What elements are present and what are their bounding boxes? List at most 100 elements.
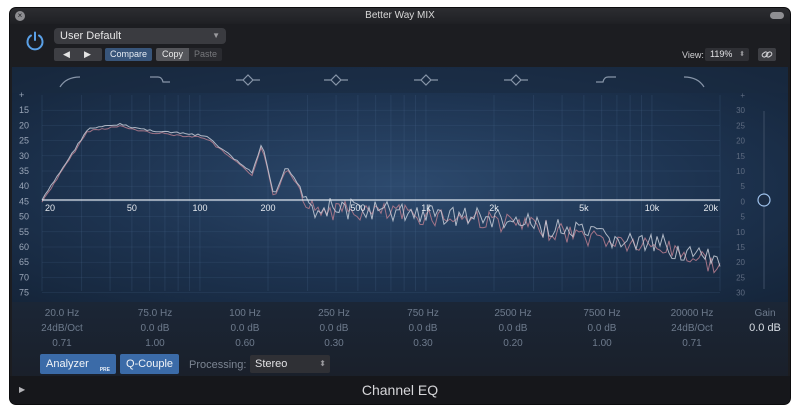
band-8-q[interactable]: 0.71	[657, 336, 727, 351]
view-zoom-select[interactable]: 119% ⬍	[705, 48, 749, 61]
db-scale-left-label: 70	[19, 272, 29, 282]
db-scale-left-label: 45	[19, 196, 29, 206]
band-5-gain[interactable]: 0.0 dB	[388, 321, 458, 336]
view-label: View:	[682, 50, 704, 60]
q-couple-button[interactable]: Q-Couple	[120, 354, 179, 374]
band-3-gain[interactable]: 0.0 dB	[210, 321, 280, 336]
db-scale-left-label: +	[19, 90, 24, 100]
db-scale-right-label: 0	[741, 197, 746, 206]
band-2-params: 75.0 Hz 0.0 dB 1.00	[120, 306, 190, 351]
preset-menu[interactable]: User Default ▼	[54, 28, 226, 44]
db-scale-left-label: 15	[19, 105, 29, 115]
band-4-params: 250 Hz 0.0 dB 0.30	[299, 306, 369, 351]
frequency-label: 20	[45, 203, 55, 213]
db-scale-left-label: 60	[19, 242, 29, 252]
band-4-gain[interactable]: 0.0 dB	[299, 321, 369, 336]
copy-button[interactable]: Copy	[156, 48, 189, 61]
db-scale-right-label: 15	[736, 152, 745, 161]
analyzer-trace-right	[41, 125, 721, 274]
view-zoom-value: 119%	[710, 49, 733, 59]
db-scale-right-label: 5	[741, 213, 746, 222]
eq-graph[interactable]: +15202530354045505560657075-+30252015105…	[12, 67, 788, 302]
frequency-label: 50	[127, 203, 137, 213]
band-shape-strip	[12, 67, 788, 93]
frequency-label: 20k	[703, 203, 718, 213]
band-8-freq[interactable]: 20000 Hz	[657, 306, 727, 321]
db-scale-right-label: 10	[736, 228, 745, 237]
band-3-freq[interactable]: 100 Hz	[210, 306, 280, 321]
band-5-params: 750 Hz 0.0 dB 0.30	[388, 306, 458, 351]
band-5-q[interactable]: 0.30	[388, 336, 458, 351]
title-bar: × Better Way MIX	[10, 8, 790, 24]
db-scale-right-label: 20	[736, 137, 745, 146]
band-7-freq[interactable]: 7500 Hz	[567, 306, 637, 321]
band-7-params: 7500 Hz 0.0 dB 1.00	[567, 306, 637, 351]
band-1-gain[interactable]: 24dB/Oct	[27, 321, 97, 336]
eq-display[interactable]: +15202530354045505560657075-+30252015105…	[12, 67, 788, 302]
db-scale-right-label: 30	[736, 106, 745, 115]
link-icon[interactable]	[758, 48, 776, 61]
band-1-freq[interactable]: 20.0 Hz	[27, 306, 97, 321]
previous-preset-icon[interactable]: ◀	[63, 49, 70, 60]
frequency-label: 100	[192, 203, 207, 213]
frequency-label: 10k	[645, 203, 660, 213]
paste-button[interactable]: Paste	[189, 48, 222, 61]
db-scale-right-label: 10	[736, 167, 745, 176]
db-scale-left-label: 75	[19, 288, 29, 298]
frequency-label: 2k	[489, 203, 499, 213]
compare-button[interactable]: Compare	[105, 48, 153, 61]
band-7-gain[interactable]: 0.0 dB	[567, 321, 637, 336]
band-6-params: 2500 Hz 0.0 dB 0.20	[478, 306, 548, 351]
band-4-freq[interactable]: 250 Hz	[299, 306, 369, 321]
band-4-q[interactable]: 0.30	[299, 336, 369, 351]
gain-value[interactable]: 0.0 dB	[743, 321, 787, 336]
frequency-label: 200	[260, 203, 275, 213]
gain-slider-handle[interactable]	[757, 193, 771, 207]
toolbar-toggle-button[interactable]	[770, 12, 784, 19]
band-2-freq[interactable]: 75.0 Hz	[120, 306, 190, 321]
db-scale-right-label: 20	[736, 258, 745, 267]
band-6-q[interactable]: 0.20	[478, 336, 548, 351]
plugin-name: Channel EQ	[361, 382, 439, 398]
band-5-freq[interactable]: 750 Hz	[388, 306, 458, 321]
db-scale-left-label: 40	[19, 181, 29, 191]
band-3-q[interactable]: 0.60	[210, 336, 280, 351]
band-6-freq[interactable]: 2500 Hz	[478, 306, 548, 321]
processing-label: Processing:	[189, 359, 247, 371]
gain-column: Gain 0.0 dB	[743, 306, 787, 336]
processing-value: Stereo	[255, 358, 288, 370]
band-8-params: 20000 Hz 24dB/Oct 0.71	[657, 306, 727, 351]
preset-nav: ◀ ▶	[54, 48, 102, 61]
db-scale-right-label: 5	[741, 182, 746, 191]
frequency-label: 1k	[421, 203, 431, 213]
db-scale-left-label: 25	[19, 136, 29, 146]
band-7-q[interactable]: 1.00	[567, 336, 637, 351]
band-6-gain[interactable]: 0.0 dB	[478, 321, 548, 336]
analyzer-label: Analyzer	[46, 358, 89, 370]
band-8-gain[interactable]: 24dB/Oct	[657, 321, 727, 336]
power-icon[interactable]	[24, 30, 46, 52]
db-scale-left-label: 20	[19, 120, 29, 130]
db-scale-right-label: 15	[736, 243, 745, 252]
db-scale-left-label: 30	[19, 151, 29, 161]
next-preset-icon[interactable]: ▶	[84, 49, 91, 60]
db-scale-left-label: 35	[19, 166, 29, 176]
db-scale-right-label: +	[740, 91, 745, 100]
analyzer-trace-left	[41, 122, 721, 267]
processing-select[interactable]: Stereo ⬍	[250, 355, 330, 373]
band-2-q[interactable]: 1.00	[120, 336, 190, 351]
analyzer-button[interactable]: Analyzer PRE	[40, 354, 116, 374]
plugin-footer: ▶ Channel EQ	[10, 376, 790, 404]
band-3-params: 100 Hz 0.0 dB 0.60	[210, 306, 280, 351]
stepper-icon: ⬍	[319, 359, 326, 368]
band-parameter-row: 20.0 Hz 24dB/Oct 0.71 75.0 Hz 0.0 dB 1.00 100 …	[12, 302, 788, 352]
band-1-params: 20.0 Hz 24dB/Oct 0.71	[27, 306, 97, 351]
plugin-window: × Better Way MIX User Default ▼ ◀ ▶ Comp…	[10, 8, 790, 404]
band-2-gain[interactable]: 0.0 dB	[120, 321, 190, 336]
frequency-label: 500	[350, 203, 365, 213]
db-scale-left-label: 55	[19, 227, 29, 237]
band-1-q[interactable]: 0.71	[27, 336, 97, 351]
db-scale-left-label: 65	[19, 257, 29, 267]
window-title: Better Way MIX	[365, 10, 435, 21]
stepper-icon: ⬍	[739, 51, 745, 58]
